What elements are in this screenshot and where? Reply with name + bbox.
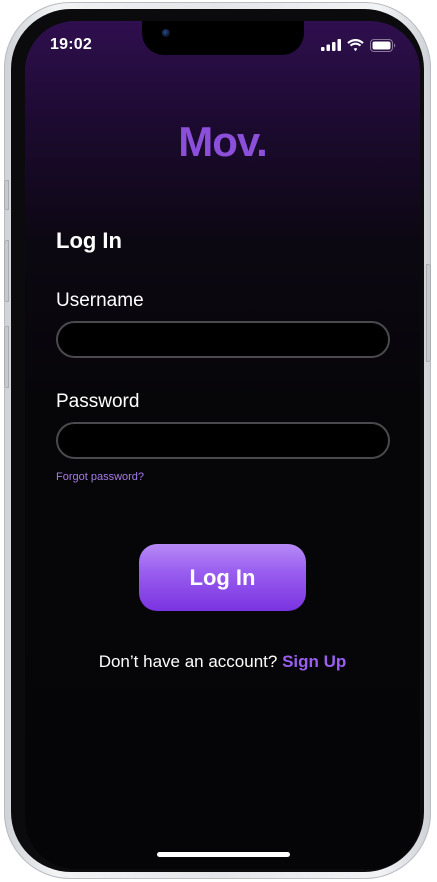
page-title: Log In (56, 228, 122, 253)
app-logo: Mov. (178, 118, 268, 165)
signup-row: Don’t have an account? Sign Up (25, 652, 420, 672)
username-input[interactable] (56, 321, 390, 358)
username-label: Username (56, 290, 144, 311)
home-indicator[interactable] (157, 852, 290, 857)
password-input[interactable] (56, 422, 390, 459)
login-button[interactable]: Log In (139, 544, 306, 611)
power-button (426, 264, 431, 362)
camera-icon (162, 29, 170, 37)
password-label: Password (56, 391, 140, 412)
status-time: 19:02 (50, 36, 92, 53)
volume-up-button (4, 240, 9, 302)
mute-switch (4, 180, 9, 210)
phone-frame: 19:02 Mov. Log In Username Password Forg… (4, 2, 431, 879)
battery-icon (370, 38, 396, 52)
status-icons (321, 38, 396, 52)
signup-prompt: Don’t have an account? (98, 652, 278, 671)
notch (142, 21, 304, 55)
forgot-password-link[interactable]: Forgot password? (56, 471, 144, 483)
wifi-icon (347, 38, 364, 51)
volume-down-button (4, 326, 9, 388)
signup-link[interactable]: Sign Up (282, 652, 346, 671)
app-screen: 19:02 Mov. Log In Username Password Forg… (25, 21, 420, 869)
signal-icon (321, 39, 341, 51)
